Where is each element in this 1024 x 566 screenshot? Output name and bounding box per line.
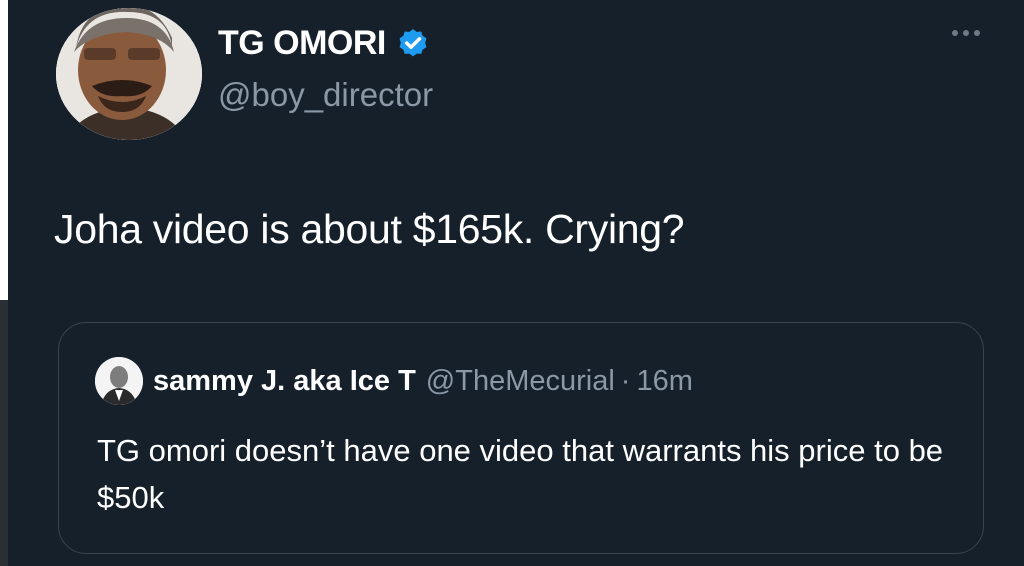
author-avatar-image [56,8,202,140]
quoted-author-handle[interactable]: @TheMecurial [426,365,615,398]
more-horizontal-icon[interactable] [952,30,980,36]
author-handle[interactable]: @boy_director [218,76,433,114]
verified-badge-icon [396,27,430,61]
quoted-tweet-text: TG omori doesn’t have one video that war… [97,433,944,515]
quoted-author-display-name[interactable]: sammy J. aka Ice T [153,365,416,398]
tweet-card[interactable]: TG OMORI @boy_director Joha video is abo… [8,0,1024,566]
separator-dot: · [620,364,631,397]
more-dot [952,30,958,36]
more-dot [974,30,980,36]
quoted-tweet[interactable]: sammy J. aka Ice T @TheMecurial · 16m TG… [58,322,984,554]
tweet-text: Joha video is about $165k. Crying? [54,206,685,252]
quoted-author-avatar-image [95,357,143,405]
author-display-name[interactable]: TG OMORI [218,24,386,63]
author-avatar[interactable] [56,8,202,140]
author-name-row: TG OMORI [218,24,430,63]
quoted-tweet-header: sammy J. aka Ice T @TheMecurial · 16m [95,357,693,405]
quoted-tweet-time[interactable]: 16m [636,365,692,398]
quoted-author-avatar[interactable] [95,357,143,405]
more-dot [963,30,969,36]
frame-edge-shadow [0,300,8,566]
